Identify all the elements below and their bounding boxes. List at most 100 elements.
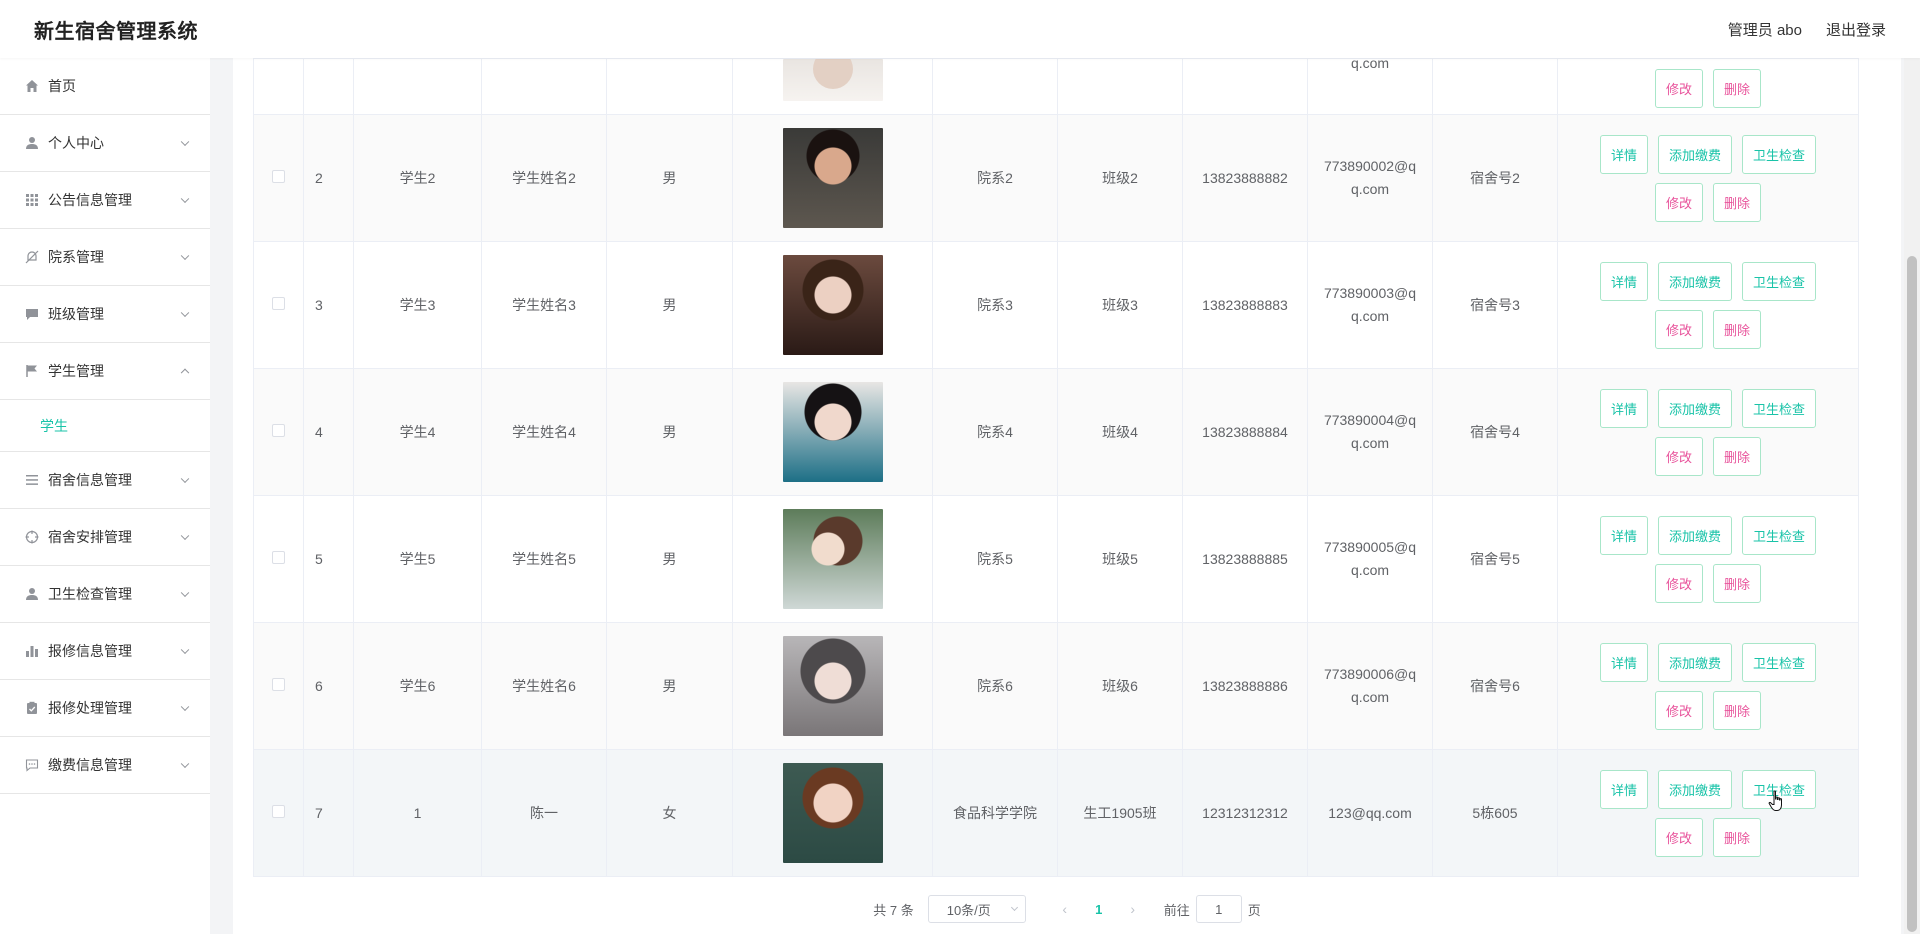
page-scrollbar[interactable] [1904, 58, 1920, 934]
sidebar-item-payments[interactable]: 缴费信息管理 [0, 737, 210, 794]
email-line-1: 773890005@q [1323, 539, 1417, 555]
app-title: 新生宿舍管理系统 [34, 20, 198, 43]
cell-dorm: 5栋605 [1432, 749, 1558, 877]
row-checkbox[interactable] [272, 297, 285, 310]
cell-actions: 详情 添加缴费 卫生检查 修改 删除 [1557, 622, 1859, 750]
bar-chart-icon [24, 643, 40, 659]
sidebar-item-dorm-info[interactable]: 宿舍信息管理 [0, 452, 210, 509]
clipboard-icon [24, 700, 40, 716]
goto-page-input[interactable]: 1 [1195, 895, 1242, 923]
hygiene-check-button[interactable]: 卫生检查 [1742, 515, 1817, 555]
cell-department: 院系4 [932, 368, 1058, 496]
sidebar-item-label: 宿舍信息管理 [48, 472, 132, 488]
edit-button[interactable]: 修改 [1654, 436, 1703, 476]
row-checkbox[interactable] [272, 170, 285, 183]
add-fee-button[interactable]: 添加缴费 [1657, 769, 1732, 809]
delete-button[interactable]: 删除 [1713, 182, 1762, 222]
email-line-2: q.com [1350, 562, 1390, 578]
cell-gender: 男 [606, 495, 733, 623]
cell-dorm: 宿舍号5 [1432, 495, 1558, 623]
hand-cursor-icon [1768, 790, 1786, 812]
row-checkbox[interactable] [272, 805, 285, 818]
sidebar-subitem-student[interactable]: 学生 [0, 400, 210, 452]
cell-department: 院系3 [932, 241, 1058, 369]
edit-button[interactable]: 修改 [1654, 817, 1703, 857]
hygiene-check-button[interactable]: 卫生检查 [1742, 134, 1817, 174]
sidebar-item-notices[interactable]: 公告信息管理 [0, 172, 210, 229]
detail-button[interactable]: 详情 [1599, 515, 1648, 555]
delete-button[interactable]: 删除 [1713, 309, 1762, 349]
table-row: 4 学生4 学生姓名4 男 院系4 班级4 13823888884 773890004@q q.… [253, 368, 1859, 496]
hygiene-check-button[interactable]: 卫生检查 [1742, 642, 1817, 682]
row-checkbox[interactable] [272, 551, 285, 564]
chevron-down-icon [180, 251, 190, 261]
chevron-down-icon [180, 308, 190, 318]
chevron-down-icon [180, 702, 190, 712]
prev-page-button[interactable]: ‹ [1050, 901, 1080, 917]
delete-button[interactable]: 删除 [1713, 817, 1762, 857]
row-checkbox[interactable] [272, 678, 285, 691]
sidebar-item-repair-handle[interactable]: 报修处理管理 [0, 680, 210, 737]
detail-button[interactable]: 详情 [1599, 642, 1648, 682]
edit-button[interactable]: 修改 [1654, 690, 1703, 730]
sidebar-item-label: 学生管理 [48, 363, 104, 379]
delete-button[interactable]: 删除 [1713, 563, 1762, 603]
add-fee-button[interactable]: 添加缴费 [1657, 388, 1732, 428]
grid-icon [24, 192, 40, 208]
detail-button[interactable]: 详情 [1599, 261, 1648, 301]
sidebar-item-profile[interactable]: 个人中心 [0, 115, 210, 172]
sidebar-item-students[interactable]: 学生管理 [0, 343, 210, 400]
add-fee-button[interactable]: 添加缴费 [1657, 134, 1732, 174]
sidebar-item-repair-info[interactable]: 报修信息管理 [0, 623, 210, 680]
admin-label: 管理员 abo [1727, 21, 1802, 39]
sidebar-item-hygiene[interactable]: 卫生检查管理 [0, 566, 210, 623]
table-row: 6 学生6 学生姓名6 男 院系6 班级6 13823888886 773890006@q q.… [253, 622, 1859, 750]
delete-button[interactable]: 删除 [1713, 69, 1762, 108]
edit-button[interactable]: 修改 [1654, 69, 1703, 108]
edit-button[interactable]: 修改 [1654, 309, 1703, 349]
cell-class: 班级4 [1057, 368, 1183, 496]
logout-link[interactable]: 退出登录 [1826, 19, 1886, 40]
row-index: 3 [303, 241, 354, 369]
add-fee-button[interactable]: 添加缴费 [1657, 261, 1732, 301]
hygiene-check-button[interactable]: 卫生检查 [1742, 261, 1817, 301]
sidebar-item-departments[interactable]: 院系管理 [0, 229, 210, 286]
next-page-button[interactable]: › [1118, 901, 1148, 917]
edit-button[interactable]: 修改 [1654, 182, 1703, 222]
chat-icon [24, 306, 40, 322]
sidebar-item-dorm-arrange[interactable]: 宿舍安排管理 [0, 509, 210, 566]
edit-button[interactable]: 修改 [1654, 563, 1703, 603]
target-icon [24, 529, 40, 545]
user-icon [24, 586, 40, 602]
goto-suffix: 页 [1247, 902, 1261, 918]
user-icon [24, 135, 40, 151]
delete-button[interactable]: 删除 [1713, 436, 1762, 476]
delete-button[interactable]: 删除 [1713, 690, 1762, 730]
add-fee-button[interactable]: 添加缴费 [1657, 515, 1732, 555]
row-index: 4 [303, 368, 354, 496]
cell-phone: 13823888883 [1182, 241, 1308, 369]
add-fee-button[interactable]: 添加缴费 [1657, 642, 1732, 682]
chevron-down-icon [1010, 903, 1018, 912]
detail-button[interactable]: 详情 [1599, 769, 1648, 809]
main-content: q.com 修改 删除 2 学生2 学生姓名2 男院系2 班级2 13823888882 7… [233, 55, 1901, 934]
cell-account: 学生5 [353, 495, 482, 623]
scrollbar-thumb[interactable] [1907, 256, 1917, 932]
cell-account: 学生3 [353, 241, 482, 369]
row-checkbox[interactable] [272, 424, 285, 437]
sidebar-item-label: 报修信息管理 [48, 643, 132, 659]
cell-dorm: 宿舍号4 [1432, 368, 1558, 496]
table-row-partial: q.com 修改 删除 [253, 55, 1859, 115]
detail-button[interactable]: 详情 [1599, 134, 1648, 174]
page-number-current[interactable]: 1 [1080, 902, 1118, 917]
hygiene-check-button[interactable]: 卫生检查 [1742, 388, 1817, 428]
email-line-2: q.com [1350, 435, 1390, 451]
sidebar-item-classes[interactable]: 班级管理 [0, 286, 210, 343]
cell-gender: 男 [606, 241, 733, 369]
sidebar-item-home[interactable]: 首页 [0, 58, 210, 115]
cell-account: 学生2 [353, 114, 482, 242]
page-size-select[interactable]: 10条/页 [927, 895, 1026, 923]
cell-department: 院系5 [932, 495, 1058, 623]
cell-name: 陈一 [481, 749, 607, 877]
detail-button[interactable]: 详情 [1599, 388, 1648, 428]
